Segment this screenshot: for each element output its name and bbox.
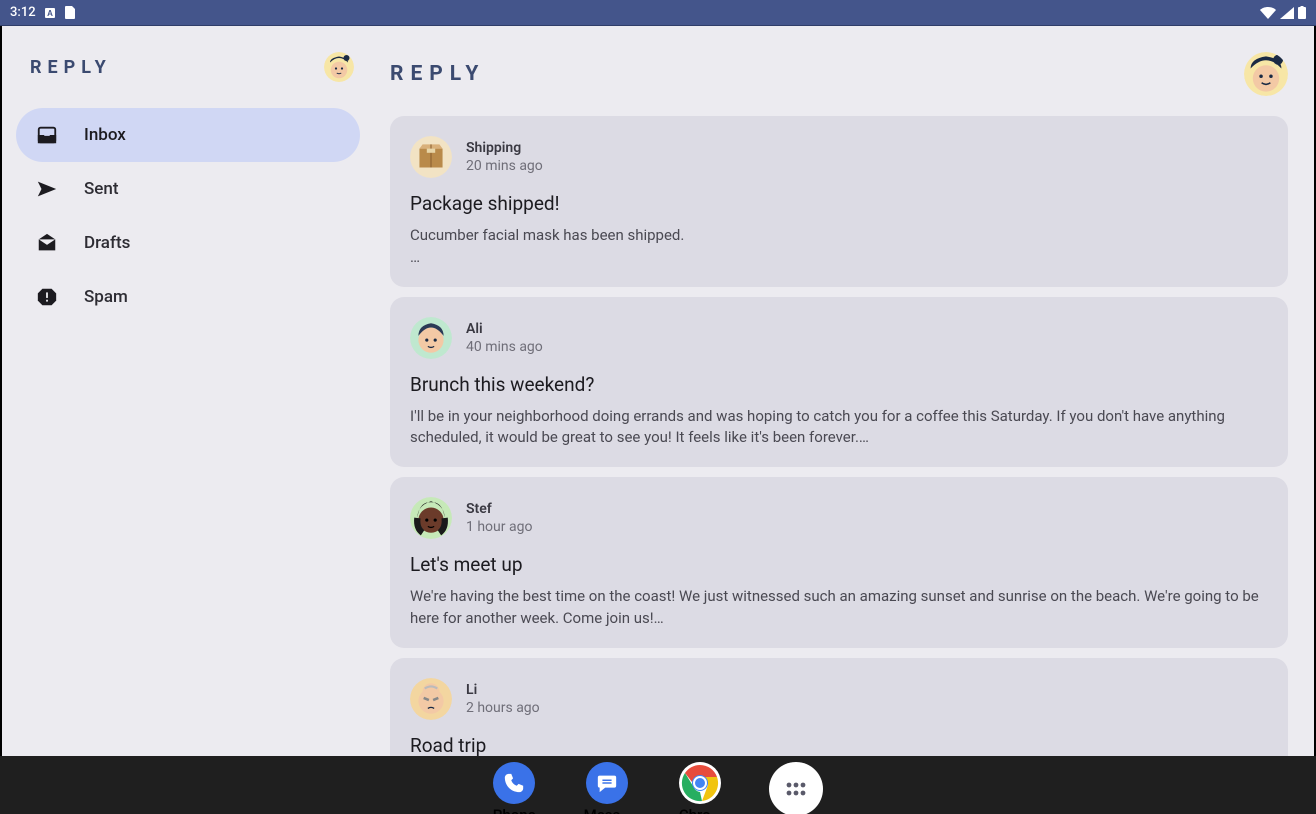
sender-name: Li xyxy=(466,682,540,698)
email-card[interactable]: Li 2 hours ago Road trip Thought we migh… xyxy=(390,658,1288,757)
content-pane: REPLY xyxy=(374,26,1314,756)
email-subject: Brunch this weekend? xyxy=(410,373,1268,396)
battery-icon xyxy=(1298,6,1306,19)
wifi-icon xyxy=(1260,7,1276,19)
dock-apps[interactable] xyxy=(769,762,823,814)
drawer-title: REPLY xyxy=(30,57,112,78)
nav-label: Drafts xyxy=(84,233,130,253)
email-preview: We're having the best time on the coast!… xyxy=(410,586,1268,630)
email-time: 40 mins ago xyxy=(466,339,543,355)
dock-label: Mess… xyxy=(584,806,631,814)
cell-signal-icon xyxy=(1280,7,1294,19)
nav-label: Inbox xyxy=(84,125,126,145)
android-status-bar: 3:12 A xyxy=(0,0,1316,26)
email-list[interactable]: Shipping 20 mins ago Package shipped! Cu… xyxy=(390,116,1288,756)
dock-label: Chro… xyxy=(679,806,721,814)
sender-avatar xyxy=(410,678,452,720)
email-subject: Road trip xyxy=(410,734,1268,757)
inbox-icon xyxy=(36,124,58,146)
android-dock: Phone Mess… Chro… xyxy=(0,756,1316,814)
email-time: 20 mins ago xyxy=(466,158,543,174)
email-time: 1 hour ago xyxy=(466,519,532,535)
sender-name: Stef xyxy=(466,501,532,517)
messages-icon xyxy=(586,762,628,804)
sender-avatar xyxy=(410,136,452,178)
app-title: REPLY xyxy=(390,62,485,86)
sender-name: Ali xyxy=(466,321,543,337)
email-time: 2 hours ago xyxy=(466,700,540,716)
apps-icon xyxy=(769,762,823,814)
nav-label: Sent xyxy=(84,179,119,199)
dock-chrome[interactable]: Chro… xyxy=(679,762,721,814)
nav-label: Spam xyxy=(84,287,128,307)
keyboard-status-icon: A xyxy=(44,7,56,19)
email-preview: I'll be in your neighborhood doing erran… xyxy=(410,406,1268,450)
dock-label: Phone xyxy=(493,806,536,814)
sender-name: Shipping xyxy=(466,140,543,156)
chrome-icon xyxy=(679,762,721,804)
dock-messages[interactable]: Mess… xyxy=(584,762,631,814)
drawer-nav: Inbox Sent Drafts Spam xyxy=(2,102,374,324)
nav-item-sent[interactable]: Sent xyxy=(16,162,360,216)
sender-avatar xyxy=(410,317,452,359)
sender-avatar xyxy=(410,497,452,539)
email-preview: Cucumber facial mask has been shipped.… xyxy=(410,225,1268,269)
content-header: REPLY xyxy=(390,46,1288,116)
email-subject: Package shipped! xyxy=(410,192,1268,215)
sd-card-icon xyxy=(64,6,75,19)
report-icon xyxy=(36,286,58,308)
svg-text:A: A xyxy=(47,9,53,18)
app-frame: REPLY Inbox xyxy=(0,26,1316,756)
drafts-icon xyxy=(36,232,58,254)
dock-phone[interactable]: Phone xyxy=(493,762,536,814)
nav-item-inbox[interactable]: Inbox xyxy=(16,108,360,162)
drawer-header: REPLY xyxy=(2,52,374,102)
nav-item-drafts[interactable]: Drafts xyxy=(16,216,360,270)
email-card[interactable]: Shipping 20 mins ago Package shipped! Cu… xyxy=(390,116,1288,287)
profile-avatar[interactable] xyxy=(1244,52,1288,96)
status-time: 3:12 xyxy=(10,5,36,20)
email-card[interactable]: Stef 1 hour ago Let's meet up We're havi… xyxy=(390,477,1288,648)
email-card[interactable]: Ali 40 mins ago Brunch this weekend? I'l… xyxy=(390,297,1288,468)
drawer-profile-avatar[interactable] xyxy=(324,52,354,82)
email-subject: Let's meet up xyxy=(410,553,1268,576)
phone-icon xyxy=(493,762,535,804)
navigation-drawer: REPLY Inbox xyxy=(2,26,374,756)
nav-item-spam[interactable]: Spam xyxy=(16,270,360,324)
send-icon xyxy=(36,178,58,200)
